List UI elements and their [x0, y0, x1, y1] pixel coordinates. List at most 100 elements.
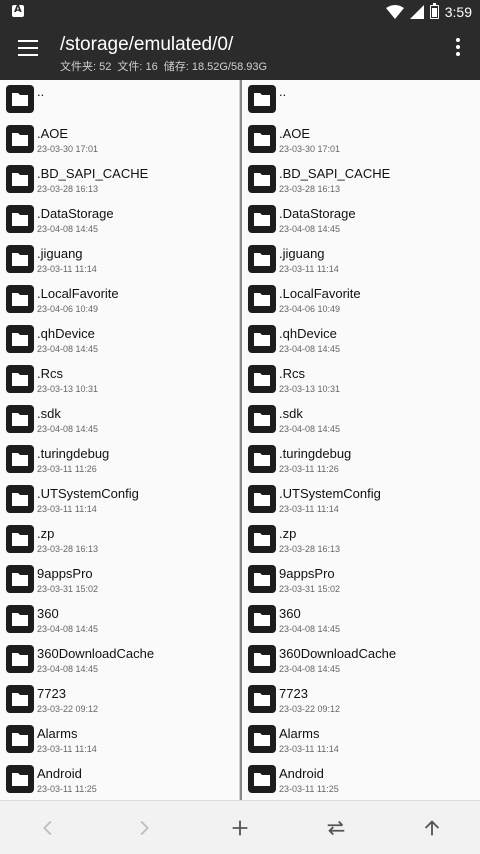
add-button[interactable] — [216, 804, 264, 852]
signal-icon — [409, 5, 424, 19]
folder-row[interactable]: Android 23-03-11 11:25 — [242, 760, 480, 800]
folder-icon — [6, 125, 34, 153]
folder-row[interactable]: 360DownloadCache 23-04-08 14:45 — [0, 640, 239, 680]
folder-icon — [248, 285, 276, 313]
folder-row[interactable]: .UTSystemConfig 23-03-11 11:14 — [242, 480, 480, 520]
folder-name: .UTSystemConfig — [279, 486, 381, 501]
file-count: 文件: 16 — [117, 61, 158, 73]
folder-row[interactable]: 9appsPro 23-03-31 15:02 — [0, 560, 239, 600]
folder-icon — [248, 565, 276, 593]
left-file-pane[interactable]: .. .AOE 23-03-30 17:01 .BD_SAPI_CACHE 23-03-… — [0, 80, 240, 800]
folder-icon — [6, 485, 34, 513]
folder-name: 9appsPro — [279, 566, 335, 581]
back-icon — [43, 820, 52, 835]
notification-icon: A — [12, 4, 24, 17]
system-icons: 3:59 — [385, 3, 472, 21]
folder-name: Alarms — [37, 726, 78, 741]
folder-row[interactable]: .turingdebug 23-03-11 11:26 — [0, 440, 239, 480]
folder-icon — [6, 285, 34, 313]
parent-directory-row[interactable]: .. — [242, 80, 480, 120]
folder-name: .BD_SAPI_CACHE — [279, 166, 391, 181]
folder-name: Alarms — [279, 726, 320, 741]
folder-row[interactable]: .AOE 23-03-30 17:01 — [0, 120, 239, 160]
folder-date: 23-03-13 10:31 — [37, 384, 99, 394]
folder-name: .LocalFavorite — [37, 286, 119, 301]
folder-row[interactable]: .sdk 23-04-08 14:45 — [242, 400, 480, 440]
folder-row[interactable]: .LocalFavorite 23-04-06 10:49 — [242, 280, 480, 320]
folder-row[interactable]: .DataStorage 23-04-08 14:45 — [0, 200, 239, 240]
folder-icon — [248, 405, 276, 433]
folder-name: 360 — [37, 606, 59, 621]
folder-row[interactable]: 360 23-04-08 14:45 — [0, 600, 239, 640]
back-button[interactable] — [24, 804, 72, 852]
folder-icon — [248, 245, 276, 273]
folder-icon — [6, 405, 34, 433]
folder-row[interactable]: .zp 23-03-28 16:13 — [242, 520, 480, 560]
folder-name: .DataStorage — [37, 206, 114, 221]
add-icon — [232, 820, 248, 835]
folder-date: 23-04-08 14:45 — [37, 664, 99, 674]
folder-icon — [6, 565, 34, 593]
folder-icon — [248, 605, 276, 633]
more-options-icon[interactable] — [456, 38, 460, 56]
folder-row[interactable]: .AOE 23-03-30 17:01 — [242, 120, 480, 160]
folder-row[interactable]: .jiguang 23-03-11 11:14 — [242, 240, 480, 280]
forward-button[interactable] — [120, 804, 168, 852]
folder-row[interactable]: .qhDevice 23-04-08 14:45 — [0, 320, 239, 360]
bottom-toolbar — [0, 800, 480, 854]
right-file-pane[interactable]: .. .AOE 23-03-30 17:01 .BD_SAPI_CACHE 23-03-… — [240, 80, 480, 800]
folder-icon — [248, 525, 276, 553]
folder-row[interactable]: 9appsPro 23-03-31 15:02 — [242, 560, 480, 600]
folder-row[interactable]: .turingdebug 23-03-11 11:26 — [242, 440, 480, 480]
folder-icon — [248, 445, 276, 473]
folder-date: 23-04-08 14:45 — [279, 344, 341, 354]
folder-row[interactable]: 360DownloadCache 23-04-08 14:45 — [242, 640, 480, 680]
folder-row[interactable]: Alarms 23-03-11 11:14 — [242, 720, 480, 760]
status-time: 3:59 — [444, 4, 472, 20]
swap-icon — [327, 820, 345, 835]
folder-row[interactable]: 7723 23-03-22 09:12 — [242, 680, 480, 720]
folder-row[interactable]: .sdk 23-04-08 14:45 — [0, 400, 239, 440]
folder-date: 23-04-08 14:45 — [279, 624, 341, 634]
folder-row[interactable]: .UTSystemConfig 23-03-11 11:14 — [0, 480, 239, 520]
current-path: /storage/emulated/0/ — [60, 34, 234, 55]
menu-icon[interactable] — [18, 40, 38, 56]
folder-row[interactable]: .Rcs 23-03-13 10:31 — [242, 360, 480, 400]
folder-row[interactable]: 7723 23-03-22 09:12 — [0, 680, 239, 720]
folder-name: .DataStorage — [279, 206, 356, 221]
folder-icon — [248, 765, 276, 793]
folder-date: 23-04-08 14:45 — [37, 224, 99, 234]
folder-row[interactable]: 360 23-04-08 14:45 — [242, 600, 480, 640]
folder-name: .turingdebug — [37, 446, 110, 461]
folder-row[interactable]: .BD_SAPI_CACHE 23-03-28 16:13 — [0, 160, 239, 200]
forward-icon — [140, 820, 149, 835]
folder-date: 23-03-11 11:14 — [279, 264, 339, 274]
folder-row[interactable]: Android 23-03-11 11:25 — [0, 760, 239, 800]
folder-icon — [248, 725, 276, 753]
folder-icon — [248, 85, 276, 113]
folder-name: 360 — [279, 606, 301, 621]
folder-date: 23-04-08 14:45 — [279, 664, 341, 674]
folder-date: 23-03-28 16:13 — [279, 544, 341, 554]
swap-panes-button[interactable] — [312, 804, 360, 852]
folder-name: 9appsPro — [37, 566, 93, 581]
up-directory-button[interactable] — [408, 804, 456, 852]
folder-date: 23-03-11 11:26 — [37, 464, 97, 474]
folder-date: 23-03-13 10:31 — [279, 384, 341, 394]
folder-row[interactable]: .BD_SAPI_CACHE 23-03-28 16:13 — [242, 160, 480, 200]
folder-row[interactable]: .Rcs 23-03-13 10:31 — [0, 360, 239, 400]
folder-name: .qhDevice — [279, 326, 337, 341]
folder-row[interactable]: .zp 23-03-28 16:13 — [0, 520, 239, 560]
folder-row[interactable]: .DataStorage 23-04-08 14:45 — [242, 200, 480, 240]
folder-count: 文件夹: 52 — [60, 61, 112, 73]
folder-row[interactable]: .qhDevice 23-04-08 14:45 — [242, 320, 480, 360]
folder-name: .. — [279, 84, 287, 99]
folder-date: 23-04-06 10:49 — [279, 304, 341, 314]
folder-row[interactable]: .jiguang 23-03-11 11:14 — [0, 240, 239, 280]
storage-summary: 文件夹: 52 文件: 16 储存: 18.52G/58.93G — [60, 58, 267, 74]
parent-directory-row[interactable]: .. — [0, 80, 239, 120]
folder-date: 23-04-08 14:45 — [279, 224, 341, 234]
folder-row[interactable]: Alarms 23-03-11 11:14 — [0, 720, 239, 760]
folder-name: .AOE — [37, 126, 69, 141]
folder-row[interactable]: .LocalFavorite 23-04-06 10:49 — [0, 280, 239, 320]
